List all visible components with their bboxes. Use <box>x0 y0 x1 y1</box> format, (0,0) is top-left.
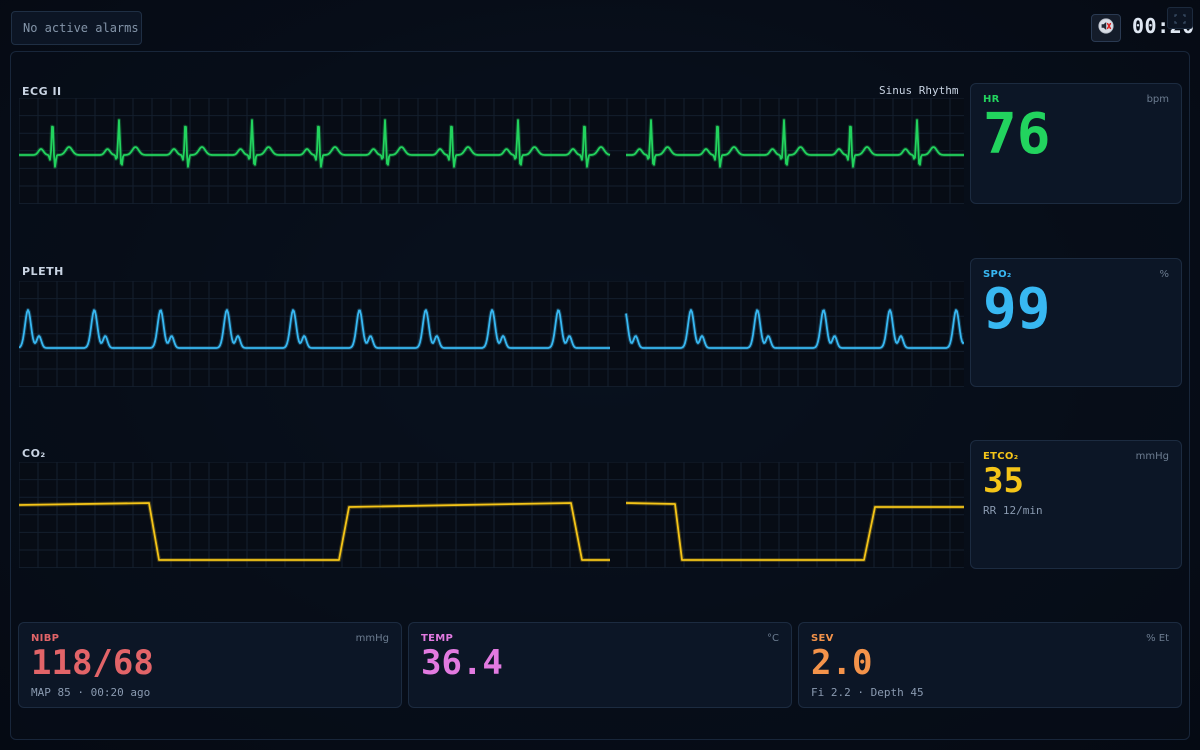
co2-waveform <box>19 462 964 568</box>
etco2-rr: RR 12/min <box>983 504 1043 517</box>
spo2-unit: % <box>1159 269 1169 280</box>
sev-unit: % Et <box>1146 633 1169 644</box>
temp-unit: °C <box>767 633 779 644</box>
fullscreen-button[interactable] <box>1167 7 1193 29</box>
alarm-status[interactable]: No active alarms <box>11 11 142 45</box>
nibp-unit: mmHg <box>355 633 389 644</box>
ecg-waveform <box>19 98 964 204</box>
etco2-value: 35 <box>983 461 1024 501</box>
ecg-waveform-svg <box>19 98 964 204</box>
pleth-waveform-svg <box>19 281 964 387</box>
sev-value: 2.0 <box>811 643 873 683</box>
nibp-value: 118/68 <box>31 643 154 683</box>
co2-label: CO₂ <box>22 447 46 460</box>
sev-panel[interactable]: SEV % Et 2.0 Fi 2.2 · Depth 45 <box>798 622 1182 708</box>
etco2-panel[interactable]: ETCO₂ mmHg 35 RR 12/min <box>970 440 1182 569</box>
hr-unit: bpm <box>1146 94 1169 105</box>
hr-value: 76 <box>983 102 1051 167</box>
alarm-status-text: No active alarms <box>23 21 139 35</box>
etco2-unit: mmHg <box>1135 451 1169 462</box>
pleth-waveform <box>19 281 964 387</box>
mute-alarm-button[interactable] <box>1091 14 1121 42</box>
ecg-label: ECG II <box>22 85 62 98</box>
fullscreen-icon <box>1174 9 1186 28</box>
co2-waveform-svg <box>19 462 964 568</box>
hr-panel[interactable]: HR bpm 76 <box>970 83 1182 204</box>
spo2-panel[interactable]: SPO₂ % 99 <box>970 258 1182 387</box>
nibp-panel[interactable]: NIBP mmHg 118/68 MAP 85 · 00:20 ago <box>18 622 402 708</box>
nibp-map: MAP 85 · 00:20 ago <box>31 686 151 699</box>
spo2-value: 99 <box>983 277 1051 342</box>
temp-value: 36.4 <box>421 643 503 683</box>
rhythm-label: Sinus Rhythm <box>879 84 959 97</box>
temp-panel[interactable]: TEMP °C 36.4 <box>408 622 792 708</box>
sev-detail: Fi 2.2 · Depth 45 <box>811 686 924 699</box>
speaker-muted-icon <box>1097 18 1115 38</box>
pleth-label: PLETH <box>22 265 64 278</box>
